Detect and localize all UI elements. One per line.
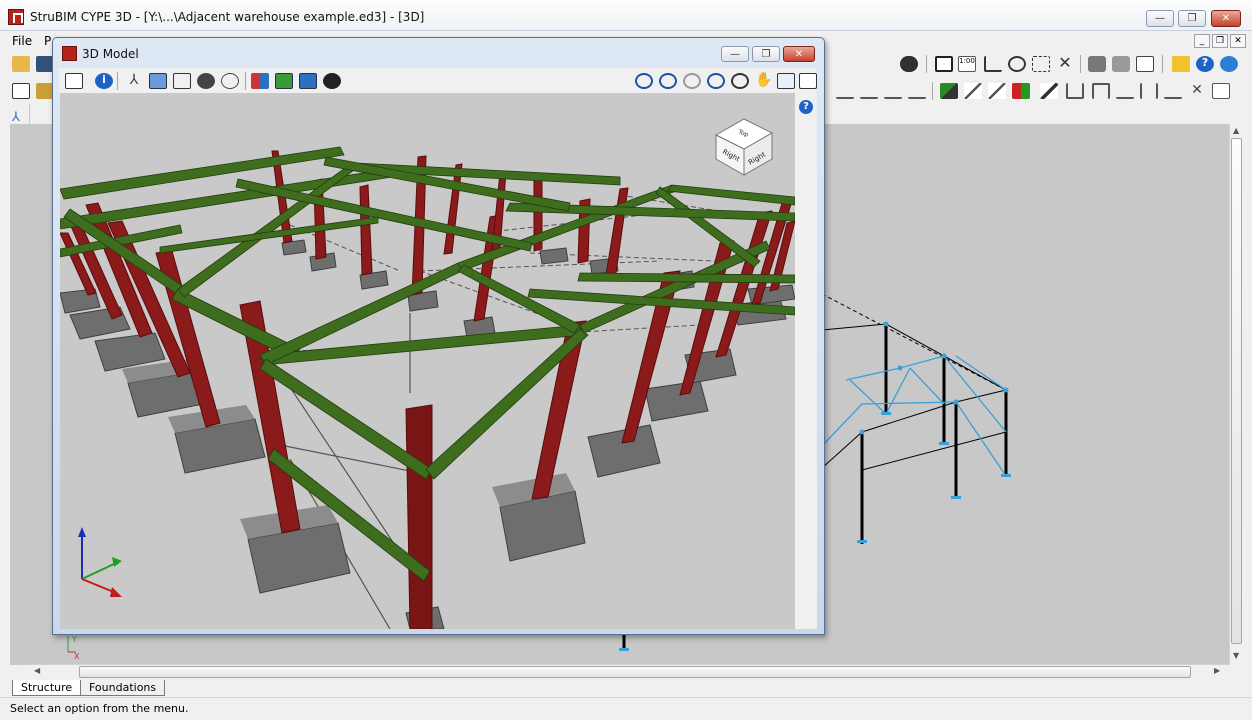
calc-icon[interactable] — [1212, 83, 1230, 99]
3d-minimize-button[interactable]: — — [721, 46, 749, 62]
3d-model-window-title: 3D Model — [82, 47, 139, 61]
restore-button[interactable]: ❐ — [1178, 10, 1206, 27]
export-view-icon[interactable] — [799, 73, 817, 89]
section-icon[interactable] — [251, 73, 269, 89]
strubim-logo-icon[interactable] — [8, 9, 24, 25]
binoculars-icon[interactable] — [900, 56, 918, 72]
help-icon[interactable]: ? — [799, 100, 813, 114]
scroll-down-arrow-icon[interactable]: ▼ — [1233, 651, 1239, 660]
globe-icon[interactable] — [1220, 56, 1238, 72]
pan-hand-icon[interactable]: ✋ — [755, 73, 773, 89]
scale-icon[interactable]: 1:00 — [958, 56, 976, 72]
fit-view-icon[interactable] — [777, 73, 795, 89]
3d-model-window: 3D Model — ❐ ✕ i ⅄ ✋ Right Right Top ? — [52, 37, 825, 635]
app-title: StruBIM CYPE 3D - [Y:\...\Adjacent wareh… — [30, 10, 425, 24]
axis-tool-icon[interactable]: ⅄ — [12, 110, 26, 125]
pencil-icon[interactable] — [1040, 83, 1058, 99]
curve-icon[interactable] — [1164, 83, 1182, 99]
3d-maximize-button[interactable]: ❐ — [752, 46, 780, 62]
export-icon[interactable] — [1136, 56, 1154, 72]
square-view-icon[interactable] — [935, 56, 953, 72]
grid-icon[interactable] — [1032, 56, 1050, 72]
support-icon[interactable] — [884, 83, 902, 99]
info-icon[interactable]: i — [95, 73, 113, 89]
mdi-minimize-button[interactable]: _ — [1194, 34, 1210, 48]
axes-icon[interactable]: ⅄ — [125, 73, 143, 89]
close-button[interactable]: ✕ — [1211, 10, 1241, 27]
angle-icon[interactable] — [984, 56, 1002, 72]
axis-y-label: Y — [71, 635, 77, 644]
horizontal-scroll-thumb[interactable] — [79, 666, 1191, 678]
diagonal-bar-icon[interactable] — [964, 83, 982, 99]
layers-icon[interactable] — [65, 73, 83, 89]
printer-icon[interactable] — [1088, 56, 1106, 72]
app-titlebar: StruBIM CYPE 3D - [Y:\...\Adjacent wareh… — [0, 0, 1252, 31]
3d-toolbar: i ⅄ ✋ — [59, 68, 817, 94]
frame-icon[interactable] — [1066, 83, 1084, 99]
vertical-scrollbar[interactable]: ▲ ▼ — [1229, 124, 1243, 665]
node-add-icon[interactable] — [836, 83, 854, 99]
beam-icon[interactable] — [860, 83, 878, 99]
warning-icon[interactable] — [1172, 56, 1190, 72]
visibility-icon[interactable] — [323, 73, 341, 89]
plane-icon[interactable] — [275, 73, 293, 89]
3d-structure-render: Right Right Top — [60, 118, 795, 629]
zoom-window-icon[interactable] — [635, 73, 653, 89]
axis-x-label: X — [74, 652, 80, 661]
mdi-close-button[interactable]: ✕ — [1230, 34, 1246, 48]
grid-view-icon[interactable] — [299, 73, 317, 89]
axis-triad — [78, 527, 122, 597]
refresh-icon[interactable] — [707, 73, 725, 89]
tools-icon[interactable]: ✕ — [1056, 55, 1074, 72]
help-icon[interactable]: ? — [1196, 56, 1214, 72]
3d-viewport[interactable]: Right Right Top — [60, 93, 795, 629]
rotate-icon[interactable] — [1008, 56, 1026, 72]
minimize-button[interactable]: — — [1146, 10, 1174, 27]
menu-file[interactable]: File — [12, 34, 32, 48]
scroll-right-arrow-icon[interactable]: ▶ — [1214, 666, 1220, 675]
view-cube[interactable]: Right Right Top — [714, 118, 774, 176]
status-text: Select an option from the menu. — [10, 702, 189, 715]
vertical-scroll-thumb[interactable] — [1231, 138, 1242, 644]
3d-close-button[interactable]: ✕ — [783, 46, 815, 62]
orbit-icon[interactable] — [221, 73, 239, 89]
zoom-all-icon[interactable] — [659, 73, 677, 89]
mdi-restore-button[interactable]: ❐ — [1212, 34, 1228, 48]
open-folder-icon[interactable] — [12, 56, 30, 72]
horizontal-scrollbar[interactable]: ◀ ▶ — [30, 664, 1229, 679]
status-bar: Select an option from the menu. — [0, 697, 1252, 720]
print-preview-icon[interactable] — [1112, 56, 1130, 72]
view-tabs: Structure Foundations — [8, 680, 408, 696]
cube-icon[interactable] — [149, 73, 167, 89]
zoom-previous-icon[interactable] — [683, 73, 701, 89]
cross-bracing-icon[interactable]: ✕ — [1188, 83, 1206, 99]
h-section-icon[interactable] — [1140, 83, 1158, 99]
render-icon[interactable] — [173, 73, 191, 89]
new-bar-icon[interactable] — [940, 83, 958, 99]
shade-icon[interactable] — [197, 73, 215, 89]
scroll-up-arrow-icon[interactable]: ▲ — [1233, 126, 1239, 135]
tab-structure[interactable]: Structure — [12, 680, 82, 696]
bar-icon[interactable] — [908, 83, 926, 99]
zoom-icon[interactable] — [731, 73, 749, 89]
report-icon[interactable] — [12, 83, 30, 99]
diagonal-bar-2-icon[interactable] — [988, 83, 1006, 99]
3d-side-panel: ? — [795, 93, 817, 629]
tab-foundations[interactable]: Foundations — [80, 680, 166, 696]
color-bar-icon[interactable] — [1012, 83, 1030, 99]
slope-icon[interactable] — [1116, 83, 1134, 99]
scroll-left-arrow-icon[interactable]: ◀ — [34, 666, 40, 675]
portal-icon[interactable] — [1092, 83, 1110, 99]
menu-p[interactable]: P — [44, 34, 51, 48]
strubim-logo-icon[interactable] — [62, 46, 77, 61]
